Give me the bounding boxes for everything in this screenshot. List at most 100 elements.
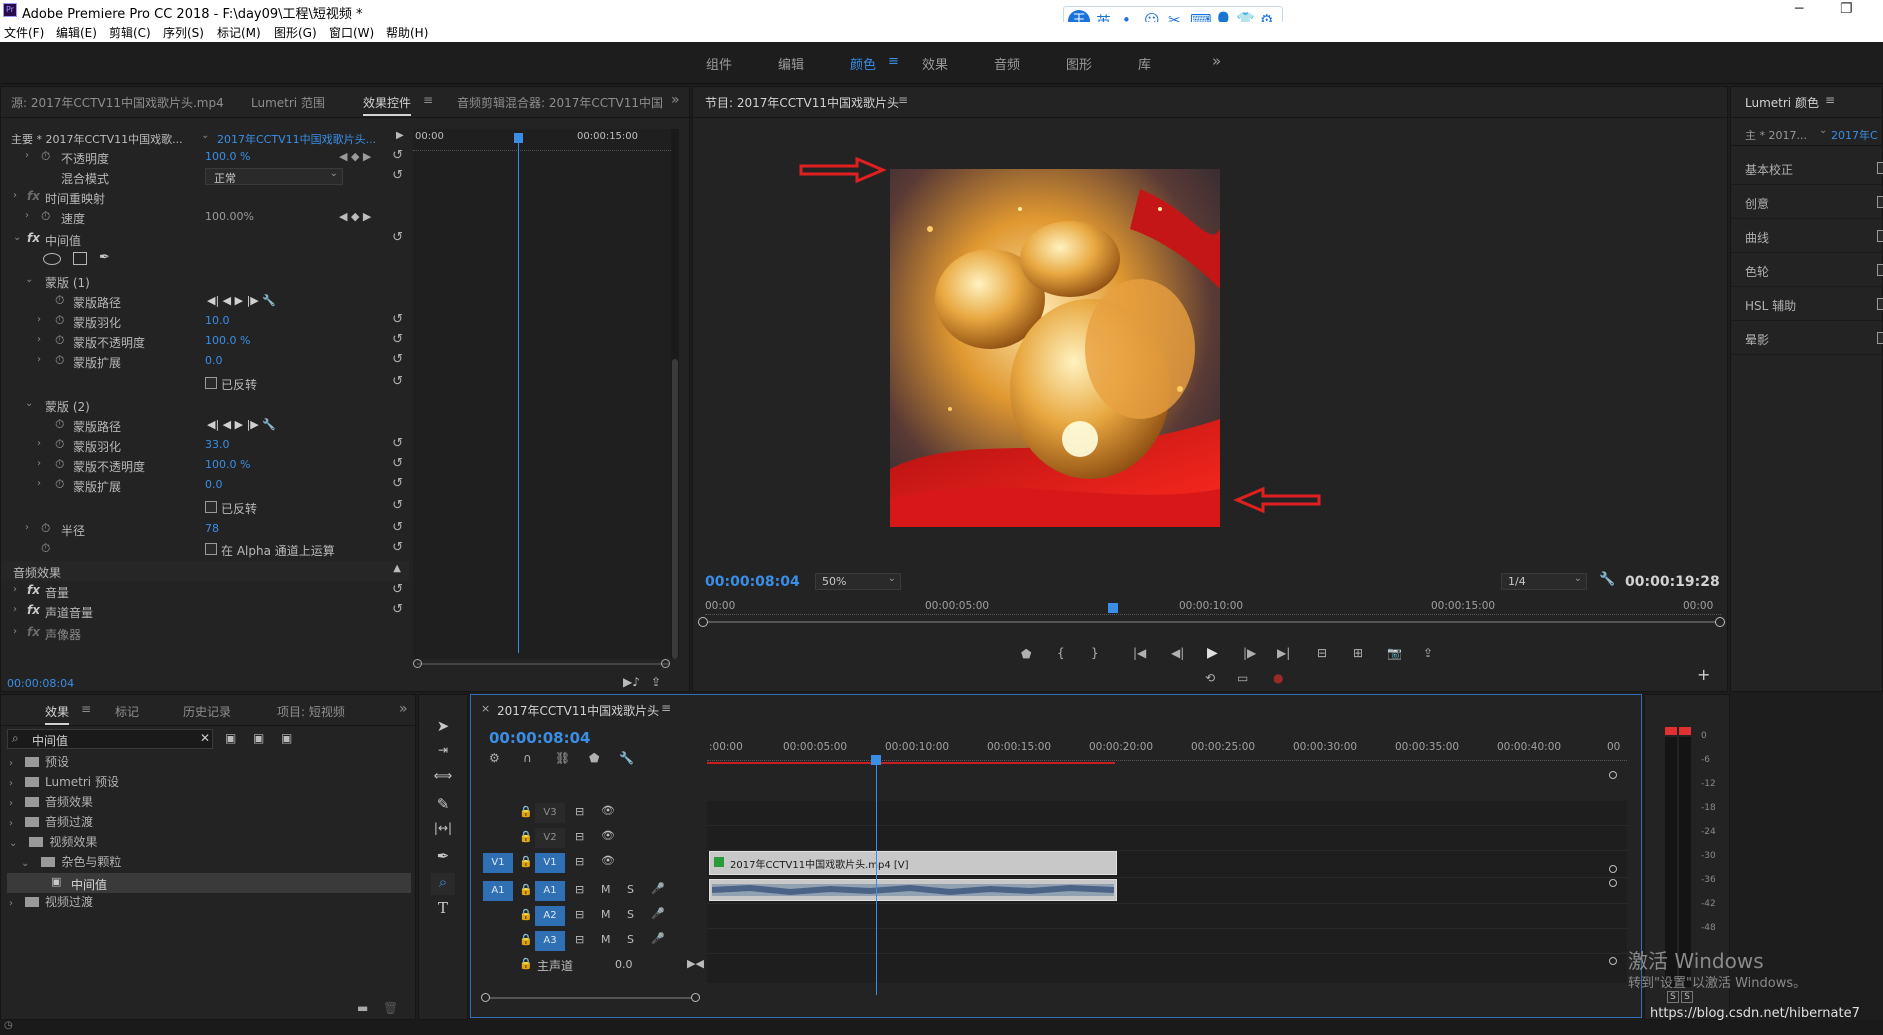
keyframe-nav-icon[interactable]: ◀ ◆ ▶ bbox=[339, 150, 371, 163]
tab-markers[interactable]: 标记 bbox=[115, 703, 139, 720]
step-forward-icon[interactable]: |▶ bbox=[1243, 646, 1256, 660]
section-enable-checkbox[interactable] bbox=[1877, 230, 1883, 242]
tab-menu-icon[interactable]: ≡ bbox=[81, 702, 91, 716]
reset-icon[interactable]: ↺ bbox=[392, 540, 403, 555]
resolution-select[interactable]: 1/4 ⌄ bbox=[1501, 573, 1587, 590]
track-target-a2[interactable]: A2 bbox=[535, 906, 565, 926]
lock-icon[interactable]: 🔒 bbox=[519, 805, 533, 818]
mask2-label[interactable]: 蒙版 (2) bbox=[45, 398, 90, 415]
clear-search-icon[interactable]: ✕ bbox=[200, 731, 210, 745]
tab-source[interactable]: 源: 2017年CCTV11中国戏歌片头.mp4 bbox=[11, 94, 224, 111]
expand-icon[interactable]: › bbox=[37, 354, 41, 365]
export-icon[interactable]: ⇪ bbox=[651, 675, 661, 689]
expand-icon[interactable]: › bbox=[13, 626, 17, 637]
tab-effect-controls[interactable]: 效果控件 bbox=[363, 94, 412, 116]
fx-icon[interactable]: fx bbox=[27, 231, 40, 245]
stopwatch-icon[interactable]: ⏱ bbox=[41, 209, 50, 224]
source-patch-a1[interactable]: A1 bbox=[483, 881, 513, 901]
tab-history[interactable]: 历史记录 bbox=[183, 703, 231, 720]
blend-mode-select[interactable]: 正常 ⌄ bbox=[205, 168, 343, 185]
workspace-more-icon[interactable]: » bbox=[1212, 52, 1221, 70]
add-marker-icon[interactable]: ⬟ bbox=[1021, 647, 1031, 661]
tab-project[interactable]: 项目: 短视频 bbox=[277, 703, 345, 720]
section-enable-checkbox[interactable] bbox=[1877, 298, 1883, 310]
tree-item-lumetri-presets[interactable]: › Lumetri 预设 bbox=[9, 773, 119, 793]
go-to-out-icon[interactable]: ▶| bbox=[1277, 646, 1290, 660]
sync-lock-icon[interactable]: ⊟ bbox=[575, 883, 584, 896]
inverted-checkbox[interactable] bbox=[205, 377, 217, 389]
lock-icon[interactable]: 🔒 bbox=[519, 933, 533, 946]
work-area-bar[interactable] bbox=[707, 762, 1115, 764]
play-only-icon[interactable]: ▶ bbox=[396, 130, 404, 141]
opacity-value[interactable]: 100.0 % bbox=[205, 150, 250, 163]
collapse-icon[interactable]: ⌄ bbox=[25, 398, 33, 409]
reset-icon[interactable]: ↺ bbox=[392, 520, 403, 535]
expand-icon[interactable]: › bbox=[25, 210, 29, 221]
section-enable-checkbox[interactable] bbox=[1877, 162, 1883, 174]
mask-track-controls[interactable]: ◀| ◀ ▶ |▶ 🔧 bbox=[207, 294, 276, 307]
zoom-tool-icon[interactable]: ⌕ bbox=[431, 873, 455, 895]
timeline-zoom-bar[interactable] bbox=[485, 997, 695, 999]
lumetri-clip[interactable]: 2017年C bbox=[1831, 127, 1878, 143]
sync-lock-icon[interactable]: ⊟ bbox=[575, 805, 584, 818]
mark-out-icon[interactable]: } bbox=[1091, 646, 1099, 660]
timeline-zoom-left[interactable] bbox=[481, 993, 490, 1002]
tree-item-audio-transitions[interactable]: › 音频过渡 bbox=[9, 813, 93, 833]
radius-value[interactable]: 78 bbox=[205, 522, 219, 535]
ripple-edit-tool-icon[interactable]: ⟺ bbox=[431, 769, 455, 791]
eye-icon[interactable]: 👁 bbox=[601, 804, 615, 817]
lumetri-section-basic[interactable]: 基本校正 bbox=[1731, 151, 1883, 185]
snap-icon[interactable]: ∩ bbox=[523, 751, 532, 765]
lumetri-master[interactable]: 主 * 2017... bbox=[1745, 127, 1807, 143]
camera-icon[interactable]: 📷 bbox=[1387, 646, 1402, 660]
lock-icon[interactable]: 🔒 bbox=[519, 908, 533, 921]
more-tabs-icon[interactable]: » bbox=[671, 92, 680, 108]
filter-audio-icon[interactable]: ▶♪ bbox=[623, 675, 640, 689]
menu-edit[interactable]: 编辑(E) bbox=[56, 24, 97, 41]
expand-icon[interactable]: › bbox=[37, 458, 41, 469]
program-timecode[interactable]: 00:00:08:04 bbox=[705, 574, 800, 590]
ec-playhead-handle[interactable] bbox=[514, 133, 523, 143]
mask-feather-value[interactable]: 10.0 bbox=[205, 314, 230, 327]
timeline-timecode[interactable]: 00:00:08:04 bbox=[489, 729, 591, 747]
menu-sequence[interactable]: 序列(S) bbox=[163, 24, 204, 41]
tab-effects[interactable]: 效果 bbox=[45, 703, 70, 725]
tree-item-video-transitions[interactable]: › 视频过渡 bbox=[9, 893, 93, 913]
stopwatch-icon[interactable]: ⏱ bbox=[41, 149, 50, 164]
tree-item-noise-grain[interactable]: ⌄ 杂色与颗粒 bbox=[21, 853, 121, 873]
reset-icon[interactable]: ↺ bbox=[392, 374, 403, 389]
ec-zoom-handle-right[interactable] bbox=[661, 659, 670, 668]
mark-in-icon[interactable]: { bbox=[1057, 646, 1065, 660]
track-select-tool-icon[interactable]: ⇥ bbox=[431, 743, 455, 765]
stopwatch-icon[interactable]: ⏱ bbox=[41, 541, 50, 556]
expand-icon[interactable]: › bbox=[13, 584, 17, 595]
menu-clip[interactable]: 剪辑(C) bbox=[109, 24, 151, 41]
mask-feather-value[interactable]: 33.0 bbox=[205, 438, 230, 451]
lumetri-section-wheels[interactable]: 色轮 bbox=[1731, 253, 1883, 287]
ec-zoom-handle-left[interactable] bbox=[413, 659, 422, 668]
mute-button[interactable]: M bbox=[601, 933, 611, 946]
reset-icon[interactable]: ↺ bbox=[392, 352, 403, 367]
program-title[interactable]: 节目: 2017年CCTV11中国戏歌片头 bbox=[705, 94, 899, 111]
ec-scroll-thumb[interactable] bbox=[672, 359, 678, 659]
zoom-handle-right[interactable] bbox=[1715, 617, 1725, 627]
microphone-icon[interactable]: 🎤 bbox=[651, 932, 665, 945]
reset-icon[interactable]: ↺ bbox=[392, 332, 403, 347]
expand-icon[interactable]: › bbox=[37, 438, 41, 449]
keyframe-nav-icon[interactable]: ◀ ◆ ▶ bbox=[339, 210, 371, 223]
effects-search-input[interactable]: ⌕ 中间值 ✕ bbox=[7, 729, 213, 749]
close-icon[interactable]: × bbox=[481, 702, 490, 715]
sync-lock-icon[interactable]: ⊟ bbox=[575, 830, 584, 843]
stopwatch-icon[interactable]: ⏱ bbox=[41, 521, 50, 536]
sync-lock-icon[interactable]: ⊟ bbox=[575, 933, 584, 946]
panel-menu-icon[interactable]: ≡ bbox=[661, 701, 671, 715]
expand-icon[interactable]: › bbox=[37, 334, 41, 345]
timeline-playhead-handle[interactable] bbox=[871, 755, 881, 765]
stopwatch-icon[interactable]: ⏱ bbox=[55, 457, 64, 472]
menu-file[interactable]: 文件(F) bbox=[4, 24, 44, 41]
video-zoom-handle[interactable] bbox=[1609, 771, 1617, 779]
timeline-zoom-right[interactable] bbox=[691, 993, 700, 1002]
expand-icon[interactable]: › bbox=[9, 898, 13, 909]
section-enable-checkbox[interactable] bbox=[1877, 264, 1883, 276]
inverted-checkbox[interactable] bbox=[205, 501, 217, 513]
